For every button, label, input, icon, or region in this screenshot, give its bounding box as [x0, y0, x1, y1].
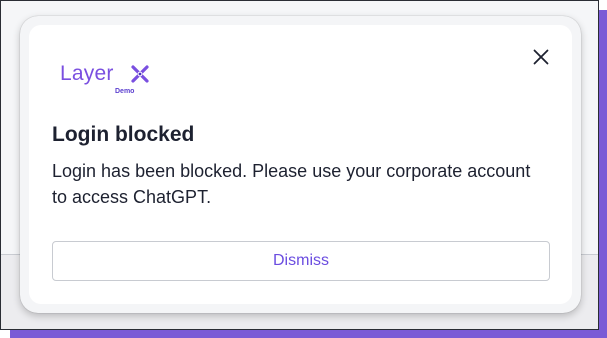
close-icon [533, 49, 549, 65]
close-button[interactable] [533, 49, 549, 65]
x-mark-icon [131, 65, 149, 83]
login-blocked-dialog: Layer Demo Login blocked Login has been … [29, 25, 572, 304]
brand-name: Layer [60, 62, 114, 85]
brand-logo: Layer Demo [60, 61, 170, 101]
dialog-message: Login has been blocked. Please use your … [52, 161, 531, 207]
brand-subtitle: Demo [115, 88, 135, 95]
screen: Layer Demo Login blocked Login has been … [0, 0, 607, 338]
dialog-title: Login blocked [52, 123, 195, 146]
dismiss-button[interactable]: Dismiss [52, 241, 550, 281]
